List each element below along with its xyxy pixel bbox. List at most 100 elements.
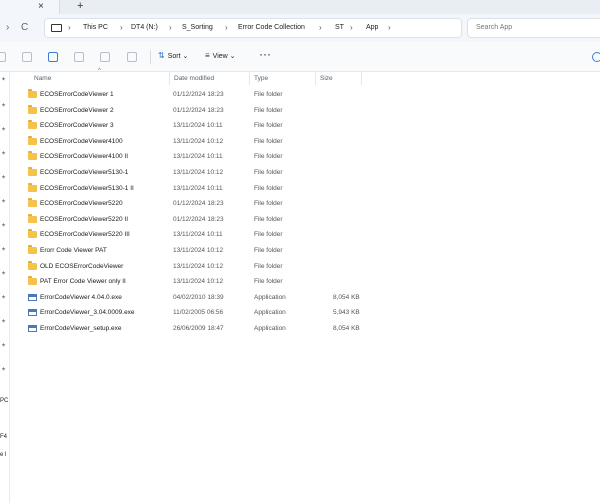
file-date-modified: 26/06/2009 18:47 [173,325,224,332]
file-name: ECOSErrorCodeViewer5220 [40,200,123,208]
refresh-icon[interactable]: C [21,22,28,33]
chevron-down-icon: ⌄ [229,53,236,60]
file-row[interactable]: ECOSErrorCodeViewer4100 II 13/11/2024 10:… [26,150,586,165]
file-name: ECOSErrorCodeViewer5220 III [40,231,130,239]
breadcrumb-st[interactable]: ST [335,24,344,31]
breadcrumb-s-sorting[interactable]: S_Sorting [182,24,213,31]
column-header-size[interactable]: Size [316,72,362,85]
pin-icon: ✦ [1,247,7,253]
file-type: File folder [254,200,283,208]
details-pane-icon[interactable] [592,52,600,62]
delete-icon[interactable] [127,52,137,62]
file-row[interactable]: PAT Error Code Viewer only II 13/11/2024 … [26,275,586,290]
column-header-date[interactable]: Date modified [170,72,250,85]
address-row: › C › This PC › DT4 (N:) › S_Sorting › E… [0,14,600,42]
file-date-modified: 13/11/2024 10:12 [173,169,224,176]
breadcrumb-separator: › [68,23,71,32]
file-date-modified: 13/11/2024 10:11 [173,184,223,192]
file-type: File folder [254,215,283,223]
file-row[interactable]: OLD ECOSErrorCodeViewer 13/11/2024 10:12 F… [26,260,586,275]
pin-icon: ✦ [1,175,7,181]
folder-icon [28,151,37,161]
search-box[interactable]: Search App [467,18,600,38]
view-icon: ≡ [205,51,210,60]
file-name: ECOSErrorCodeViewer 3 [40,122,114,130]
file-type: File folder [254,169,283,176]
folder-icon [28,182,37,192]
sort-button[interactable]: ⇅ Sort ⌄ [158,51,188,60]
breadcrumb-app[interactable]: App [366,24,378,31]
file-row[interactable]: ECOSErrorCodeViewer5220 III 13/11/2024 10… [26,228,586,243]
address-bar[interactable]: › This PC › DT4 (N:) › S_Sorting › Error… [44,18,462,38]
pin-icon: ✦ [1,151,7,157]
file-row[interactable]: ECOSErrorCodeViewer 3 13/11/2024 10:11 Fil… [26,119,586,134]
file-row[interactable]: ECOSErrorCodeViewer5220 01/12/2024 18:23 F… [26,197,586,212]
pin-icon: ✦ [1,319,7,325]
file-date-modified: 13/11/2024 10:11 [173,231,223,239]
toolbar-divider [150,50,151,64]
file-name: PAT Error Code Viewer only II [40,278,126,286]
pin-icon: ✦ [1,295,7,301]
folder-icon [28,135,37,145]
forward-arrow-icon[interactable]: › [6,22,9,33]
file-type: Application [254,309,286,317]
nav-item-f4[interactable]: F4 [0,434,7,440]
application-icon [28,309,37,317]
file-row[interactable]: ErrorCodeViewer_3.04.0009.exe 11/02/2005 … [26,306,586,321]
application-icon [28,293,37,301]
paste-icon[interactable] [48,52,58,62]
tab-close-icon[interactable]: × [38,1,44,12]
cut-icon[interactable] [0,52,6,62]
share-icon[interactable] [100,52,110,62]
rename-icon[interactable] [74,52,84,62]
file-row[interactable]: ErrorCodeViewer 4.04.0.exe 04/02/2010 18:… [26,291,586,306]
copy-icon[interactable] [22,52,32,62]
folder-icon [28,120,37,130]
file-type: File folder [254,137,283,145]
file-name: ECOSErrorCodeViewer5130-1 II [40,184,134,192]
view-button[interactable]: ≡ View ⌄ [205,51,236,60]
pin-icon: ✦ [1,77,7,83]
breadcrumb-error-code-collection[interactable]: Error Code Collection [238,24,305,31]
file-type: File folder [254,262,283,270]
file-date-modified: 13/11/2024 10:12 [173,137,224,145]
file-type: File folder [254,231,283,239]
tab-strip: × + [0,0,600,14]
file-size: 5,943 KB [333,309,360,317]
file-row[interactable]: ECOSErrorCodeViewer4100 13/11/2024 10:12 F… [26,135,586,150]
file-date-modified: 13/11/2024 10:12 [173,278,224,286]
folder-icon [28,167,37,176]
file-row[interactable]: ECOSErrorCodeViewer5220 II 01/12/2024 18:… [26,213,586,228]
search-input[interactable]: Search App [476,24,512,31]
nav-item-this-pc[interactable]: PC [0,398,8,404]
file-name: ErrorCodeViewer 4.04.0.exe [40,293,122,301]
column-header-type[interactable]: Type [250,72,316,85]
sort-label: Sort [167,53,181,60]
file-name: ECOSErrorCodeViewer5220 II [40,215,129,223]
more-options-button[interactable]: ··· [259,47,271,61]
column-header-name[interactable]: Name [30,72,170,85]
folder-icon [28,276,37,286]
breadcrumb-separator: › [225,23,228,32]
file-type: File folder [254,122,283,130]
monitor-icon [51,24,62,32]
new-tab-icon[interactable]: + [77,0,83,12]
nav-item-e[interactable]: e l [0,452,6,458]
tab-current[interactable]: × [0,0,60,14]
file-type: Application [254,293,286,301]
file-row[interactable]: ECOSErrorCodeViewer5130-1 13/11/2024 10:1… [26,166,586,181]
file-row[interactable]: Erorr Code Viewer PAT 13/11/2024 10:12 Fil… [26,244,586,259]
breadcrumb-separator: › [350,23,353,32]
breadcrumb-dt4[interactable]: DT4 (N:) [131,24,158,31]
file-name: ECOSErrorCodeViewer4100 II [40,153,129,161]
file-type: File folder [254,278,283,286]
file-type: File folder [254,184,283,192]
file-row[interactable]: ErrorCodeViewer_setup.exe 26/06/2009 18:4… [26,322,586,337]
file-name: ErrorCodeViewer_setup.exe [40,325,122,332]
file-type: Application [254,325,286,332]
folder-icon [28,104,37,114]
file-row[interactable]: ECOSErrorCodeViewer 2 01/12/2024 18:23 Fil… [26,104,586,119]
breadcrumb-this-pc[interactable]: This PC [83,24,108,31]
file-row[interactable]: ECOSErrorCodeViewer 1 01/12/2024 18:23 Fil… [26,88,586,103]
file-row[interactable]: ECOSErrorCodeViewer5130-1 II 13/11/2024 1… [26,182,586,197]
